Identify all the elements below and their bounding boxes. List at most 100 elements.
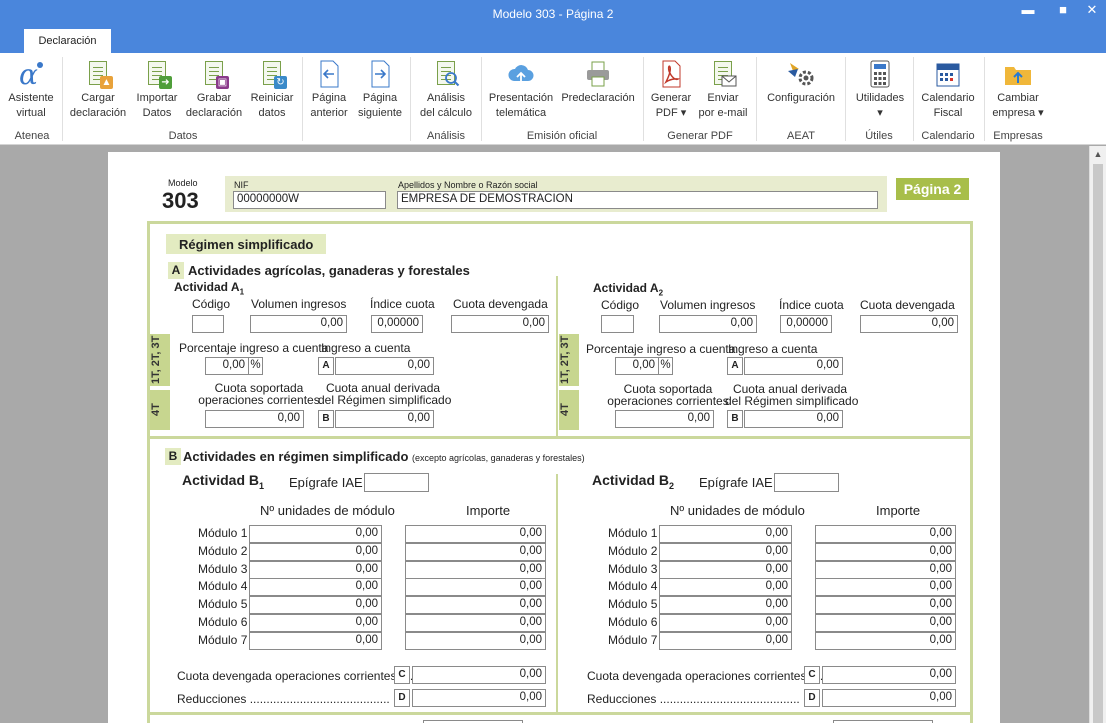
letter-b: B: [318, 410, 334, 428]
save-doc-icon: ▣: [199, 59, 229, 89]
modelo-label: Modelo: [168, 178, 198, 188]
epigrafe-field-b1[interactable]: [364, 473, 429, 492]
folder-upload-icon: [1003, 59, 1033, 89]
scroll-up-arrow-icon[interactable]: ▲: [1090, 146, 1106, 162]
modulo-importe-field[interactable]: 0,00: [405, 525, 546, 543]
modulo-unidades-field[interactable]: 0,00: [659, 596, 792, 615]
nif-field[interactable]: 00000000W: [233, 191, 386, 209]
nombre-field[interactable]: EMPRESA DE DEMOSTRACION: [397, 191, 878, 209]
cuota-devengada-field-b1[interactable]: 0,00: [412, 666, 546, 684]
reducciones-field-b2[interactable]: 0,00: [822, 689, 956, 707]
modulo-importe-field[interactable]: 0,00: [405, 578, 546, 597]
epigrafe-field-b2[interactable]: [774, 473, 839, 492]
cuota-devengada-corrientes-label: Cuota devengada operaciones corrientes .…: [587, 669, 827, 683]
configuracion-button[interactable]: Configuración: [762, 59, 840, 106]
importe-label: Importe: [876, 503, 921, 518]
soportada-field-a2[interactable]: 0,00: [615, 410, 714, 428]
modulo-unidades-field[interactable]: 0,00: [249, 525, 382, 543]
modulo-unidades-field[interactable]: 0,00: [659, 631, 792, 650]
modulo-unidades-field[interactable]: 0,00: [659, 525, 792, 543]
close-button[interactable]: ✕: [1077, 2, 1106, 24]
modulo-importe-field[interactable]: 0,00: [405, 596, 546, 615]
soportada-label-2: operaciones corrientes: [607, 394, 729, 408]
svg-text:α: α: [19, 59, 38, 89]
actividad-b2-title: Actividad B2: [592, 472, 675, 491]
porcentaje-field-a2[interactable]: 0,00: [615, 357, 659, 375]
minimize-button[interactable]: ▬: [1013, 2, 1043, 24]
strip-trimestres: 1T, 2T, 3T: [150, 334, 170, 386]
modulo-unidades-field[interactable]: 0,00: [659, 542, 792, 561]
epigrafe-label: Epígrafe IAE: [699, 475, 773, 490]
cuota-devengada-label: Cuota devengada: [860, 298, 955, 312]
modulo-importe-field[interactable]: 0,00: [405, 560, 546, 579]
enviar-email-button[interactable]: Enviar por e-mail: [696, 59, 750, 121]
cuota-devengada-field-b2[interactable]: 0,00: [822, 666, 956, 684]
calendario-fiscal-button[interactable]: Calendario Fiscal: [917, 59, 979, 121]
modulo-unidades-field[interactable]: 0,00: [659, 614, 792, 632]
modulo-unidades-field[interactable]: 0,00: [659, 560, 792, 579]
reiniciar-datos-button[interactable]: ↻ Reiniciar datos: [247, 59, 297, 121]
cuota-field-a1[interactable]: 0,00: [451, 315, 549, 333]
ingreso-field-a1[interactable]: 0,00: [335, 357, 434, 375]
indice-field-a2[interactable]: 0,00000: [780, 315, 832, 333]
modulo-importe-field[interactable]: 0,00: [405, 542, 546, 561]
reducciones-field-b1[interactable]: 0,00: [412, 689, 546, 707]
scroll-thumb[interactable]: [1093, 164, 1103, 723]
analisis-calculo-button[interactable]: Análisis del cálculo: [416, 59, 476, 121]
modulo-importe-field[interactable]: 0,00: [815, 525, 956, 543]
tab-declaracion[interactable]: Declaración: [24, 29, 111, 53]
modulo-importe-field[interactable]: 0,00: [815, 631, 956, 650]
ingreso-field-a2[interactable]: 0,00: [744, 357, 843, 375]
ribbon: α Asistente virtual ▲ Cargar declaración…: [0, 53, 1106, 145]
maximize-button[interactable]: ■: [1048, 2, 1078, 24]
modulo-unidades-field[interactable]: 0,00: [249, 596, 382, 615]
next-page-icon: [365, 59, 395, 89]
utilidades-button[interactable]: Utilidades ▾: [850, 59, 910, 121]
cargar-declaracion-button[interactable]: ▲ Cargar declaración: [68, 59, 128, 121]
modulo-label: Módulo 4: [198, 579, 248, 594]
importar-datos-button[interactable]: ➜ Importar Datos: [132, 59, 182, 121]
actividad-b1-title: Actividad B1: [182, 472, 265, 491]
modulo-unidades-field[interactable]: 0,00: [659, 578, 792, 597]
soportada-field-a1[interactable]: 0,00: [205, 410, 304, 428]
porcentaje-field-a1[interactable]: 0,00: [205, 357, 249, 375]
modulo-importe-field[interactable]: 0,00: [815, 560, 956, 579]
indice-label: Índice cuota: [779, 298, 844, 312]
asistente-virtual-button[interactable]: α Asistente virtual: [4, 58, 58, 121]
group-separator: [913, 57, 914, 141]
modulo-unidades-field[interactable]: 0,00: [249, 542, 382, 561]
pagina-anterior-button[interactable]: Página anterior: [306, 59, 352, 121]
codigo-field-a2[interactable]: [601, 315, 634, 333]
email-doc-icon: [708, 59, 738, 89]
volumen-field-a1[interactable]: 0,00: [250, 315, 347, 333]
printer-icon: [583, 59, 613, 89]
modulo-importe-field[interactable]: 0,00: [815, 578, 956, 597]
anual-field-a2[interactable]: 0,00: [744, 410, 843, 428]
section-b-letter: B: [165, 448, 181, 465]
modulo-importe-field[interactable]: 0,00: [405, 614, 546, 632]
volumen-field-a2[interactable]: 0,00: [659, 315, 757, 333]
modulo-unidades-field[interactable]: 0,00: [249, 578, 382, 597]
frame-line: [147, 221, 150, 723]
generar-pdf-button[interactable]: Generar PDF ▾: [648, 59, 694, 121]
modulo-importe-field[interactable]: 0,00: [815, 542, 956, 561]
modulo-importe-field[interactable]: 0,00: [405, 631, 546, 650]
group-label-datos: Datos: [168, 130, 198, 142]
anual-field-a1[interactable]: 0,00: [335, 410, 434, 428]
section-b-separator: [147, 436, 973, 439]
cambiar-empresa-button[interactable]: Cambiar empresa ▾: [988, 59, 1048, 121]
indice-field-a1[interactable]: 0,00000: [371, 315, 423, 333]
modulo-unidades-field[interactable]: 0,00: [249, 631, 382, 650]
modulo-importe-field[interactable]: 0,00: [815, 596, 956, 615]
vertical-scrollbar[interactable]: ▲: [1089, 146, 1106, 723]
modulo-unidades-field[interactable]: 0,00: [249, 614, 382, 632]
codigo-field-a1[interactable]: [192, 315, 224, 333]
grabar-declaracion-button[interactable]: ▣ Grabar declaración: [183, 59, 245, 121]
presentacion-telematica-button[interactable]: Presentación telemática: [486, 59, 556, 121]
porcentaje-label: Porcentaje ingreso a cuenta: [179, 341, 329, 355]
predeclaracion-button[interactable]: Predeclaración: [558, 59, 638, 106]
cuota-field-a2[interactable]: 0,00: [860, 315, 958, 333]
modulo-importe-field[interactable]: 0,00: [815, 614, 956, 632]
pagina-siguiente-button[interactable]: Página siguiente: [354, 59, 406, 121]
modulo-unidades-field[interactable]: 0,00: [249, 560, 382, 579]
